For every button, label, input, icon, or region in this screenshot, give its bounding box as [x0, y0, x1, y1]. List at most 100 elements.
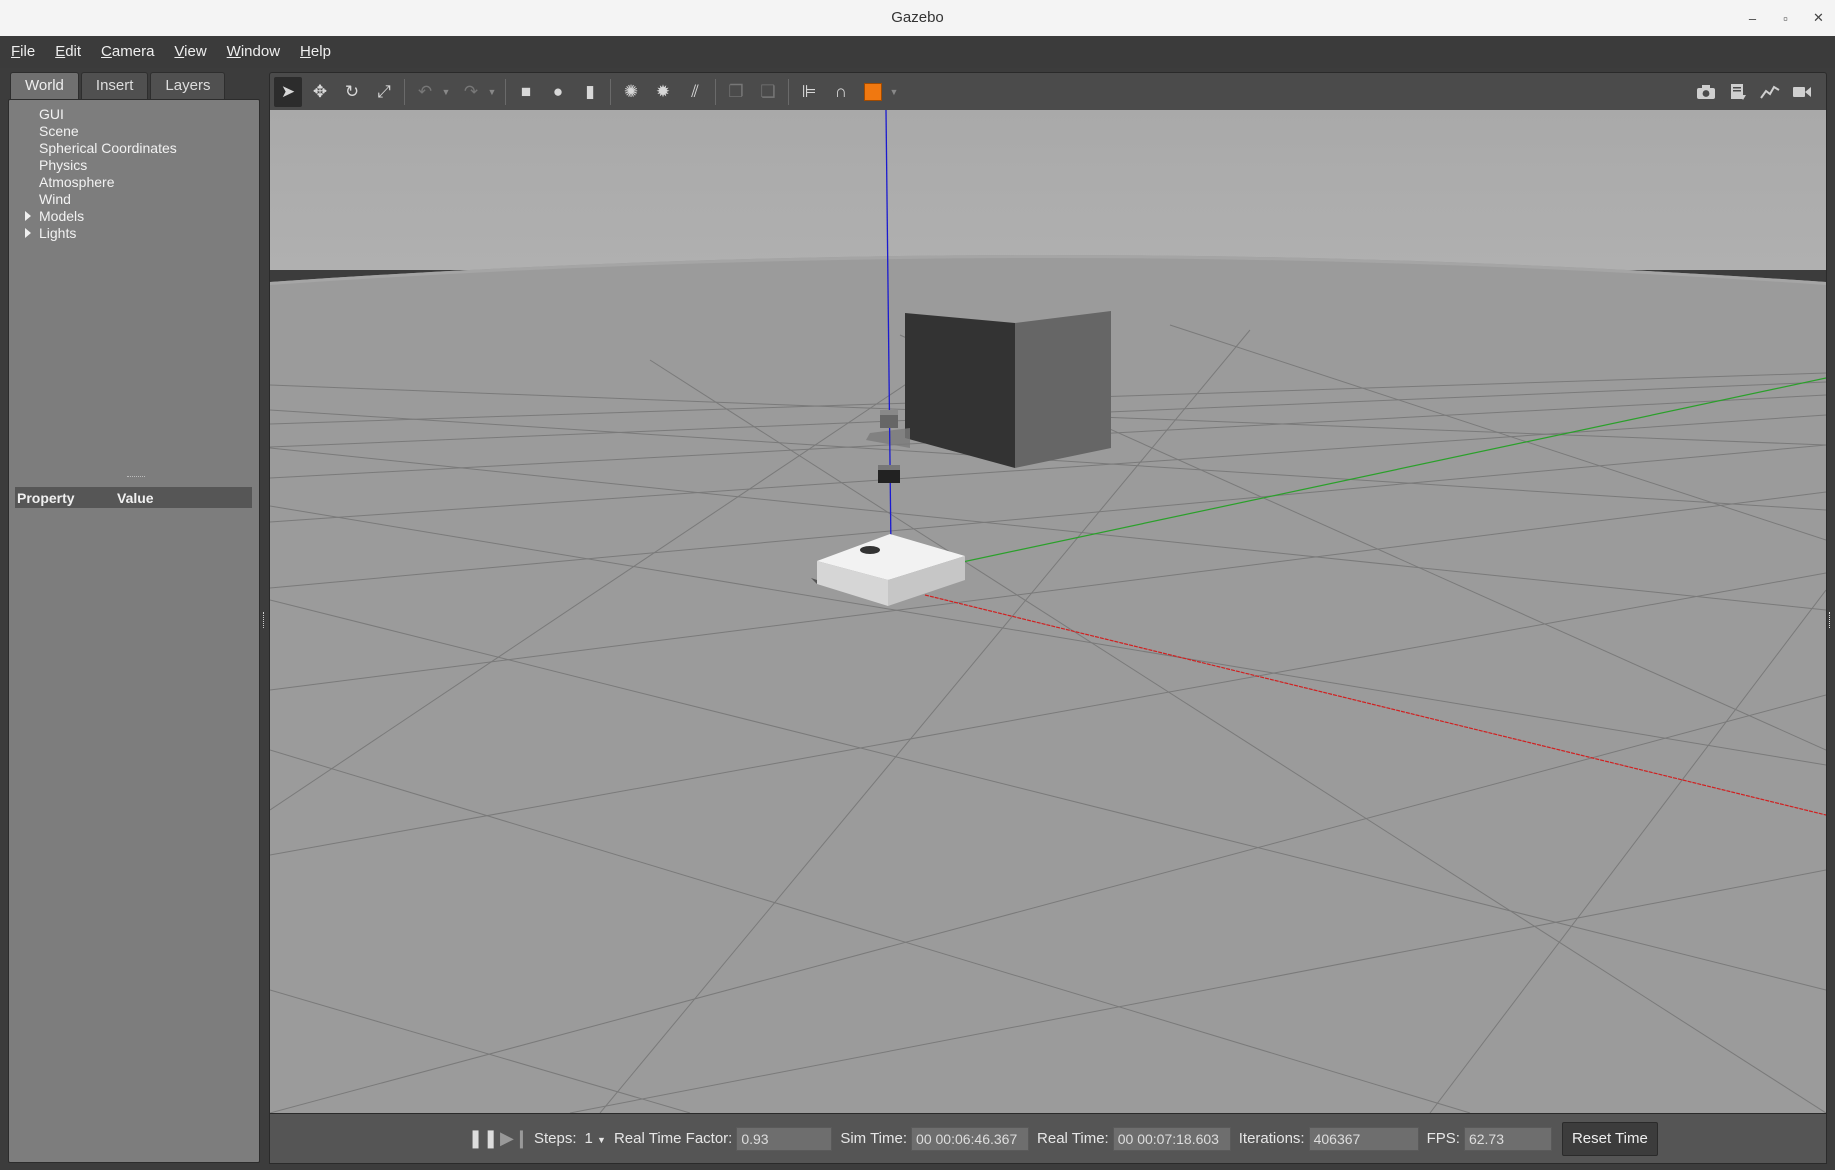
- tree-item-spherical-coordinates[interactable]: Spherical Coordinates: [15, 140, 255, 157]
- view-angle-dropdown[interactable]: ▼: [887, 87, 901, 97]
- point-light-button[interactable]: ✺: [617, 77, 645, 107]
- paste-button[interactable]: ❏: [754, 77, 782, 107]
- undo-button[interactable]: ↶: [411, 77, 439, 107]
- select-mode-button[interactable]: ➤: [274, 77, 302, 107]
- screenshot-icon: [1697, 85, 1715, 99]
- menu-view[interactable]: View: [163, 36, 215, 68]
- minimize-button[interactable]: –: [1736, 0, 1769, 36]
- sky: [270, 110, 1826, 270]
- scale-mode-icon: ⤢: [377, 82, 391, 101]
- value-column-header: Value: [117, 489, 154, 506]
- panel-splitter-handle[interactable]: [127, 476, 145, 480]
- rtf-label: Real Time Factor:: [613, 1130, 733, 1147]
- snap-button[interactable]: ∩: [827, 77, 855, 107]
- chevron-down-icon[interactable]: ▼: [597, 1135, 606, 1145]
- align-button[interactable]: ⊫: [795, 77, 823, 107]
- maximize-button[interactable]: ▫: [1769, 0, 1802, 36]
- point-light-icon: ✺: [623, 82, 639, 101]
- toolbar-separator: [505, 79, 506, 105]
- log-icon: [1731, 84, 1746, 100]
- splitter-grip[interactable]: [263, 612, 265, 628]
- box-shape-button[interactable]: ■: [512, 77, 540, 107]
- real-time-field: 00 00:07:18.603: [1112, 1126, 1231, 1151]
- translate-mode-button[interactable]: ✥: [306, 77, 334, 107]
- plot-button[interactable]: [1756, 77, 1784, 107]
- undo-icon: ↶: [417, 82, 433, 101]
- sphere-shape-button[interactable]: ●: [544, 77, 572, 107]
- world-tree: GUI Scene Spherical Coordinates Physics …: [15, 106, 255, 242]
- scene-viewport[interactable]: [269, 110, 1827, 1113]
- toolbar-right-group: [1688, 73, 1816, 111]
- right-panel-splitter[interactable]: [1829, 612, 1831, 628]
- fps-label: FPS:: [1426, 1130, 1460, 1147]
- tab-layers[interactable]: Layers: [150, 72, 226, 99]
- menu-help[interactable]: Help: [289, 36, 340, 68]
- box-shape-icon: ■: [520, 82, 532, 101]
- box-model[interactable]: [905, 311, 1111, 468]
- steps-label: Steps:: [534, 1130, 577, 1147]
- pause-icon: ❚❚: [468, 1128, 499, 1148]
- menu-file[interactable]: File: [0, 36, 44, 68]
- rtf-field: 0.93: [736, 1126, 833, 1151]
- step-button[interactable]: ▶❙: [500, 1128, 529, 1149]
- reset-time-button[interactable]: Reset Time: [1561, 1121, 1658, 1156]
- directional-light-button[interactable]: ⫽: [681, 77, 709, 107]
- iterations-label: Iterations:: [1238, 1130, 1305, 1147]
- tree-item-gui[interactable]: GUI: [15, 106, 255, 123]
- tree-item-physics[interactable]: Physics: [15, 157, 255, 174]
- step-icon: ▶❙: [500, 1128, 529, 1148]
- tree-item-atmosphere[interactable]: Atmosphere: [15, 174, 255, 191]
- expand-arrow-icon[interactable]: [25, 228, 31, 238]
- menu-edit[interactable]: Edit: [44, 36, 90, 68]
- tree-item-models[interactable]: Models: [15, 208, 255, 225]
- menu-window[interactable]: Window: [216, 36, 289, 68]
- copy-button[interactable]: ❐: [722, 77, 750, 107]
- directional-light-icon: ⫽: [691, 82, 699, 101]
- select-mode-icon: ➤: [280, 82, 296, 101]
- toolbar-separator: [715, 79, 716, 105]
- toolbar-separator: [788, 79, 789, 105]
- left-panel: World Insert Layers GUI Scene Spherical …: [8, 72, 260, 1163]
- cylinder-shape-button[interactable]: ▮: [576, 77, 604, 107]
- scale-mode-button[interactable]: ⤢: [370, 77, 398, 107]
- tree-item-wind[interactable]: Wind: [15, 191, 255, 208]
- main-toolbar: ➤ ✥ ↻ ⤢ ↶ ▼ ↷ ▼ ■ ● ▮ ✺ ✹ ⫽ ❐ ❏ ⊫ ∩ ▼: [269, 72, 1827, 112]
- redo-icon: ↷: [463, 82, 479, 101]
- close-button[interactable]: ✕: [1802, 0, 1835, 36]
- undo-history-dropdown[interactable]: ▼: [439, 87, 453, 97]
- paste-icon: ❏: [760, 82, 776, 101]
- redo-button[interactable]: ↷: [457, 77, 485, 107]
- view-angle-button[interactable]: [859, 77, 887, 107]
- window-title: Gazebo: [891, 9, 944, 26]
- sphere-shape-icon: ●: [552, 82, 564, 101]
- scene-render[interactable]: [270, 110, 1826, 1113]
- steps-spinner[interactable]: 1 ▼: [585, 1130, 606, 1147]
- sim-time-field: 00 00:06:46.367: [911, 1126, 1030, 1151]
- property-table-header: Property Value: [15, 487, 252, 508]
- video-record-button[interactable]: [1788, 77, 1816, 107]
- spot-light-button[interactable]: ✹: [649, 77, 677, 107]
- left-panel-tabs: World Insert Layers: [10, 72, 227, 100]
- tree-item-lights[interactable]: Lights: [15, 225, 255, 242]
- cylinder-shape-icon: ▮: [585, 82, 595, 101]
- toolbar-separator: [404, 79, 405, 105]
- pause-button[interactable]: ❚❚: [468, 1128, 498, 1149]
- menu-camera[interactable]: Camera: [90, 36, 163, 68]
- left-panel-splitter[interactable]: [259, 72, 268, 1162]
- tab-insert[interactable]: Insert: [80, 72, 149, 99]
- tab-world[interactable]: World: [10, 72, 79, 99]
- tree-item-scene[interactable]: Scene: [15, 123, 255, 140]
- real-time-label: Real Time:: [1037, 1130, 1109, 1147]
- window-controls: – ▫ ✕: [1736, 0, 1835, 36]
- video-record-icon: [1793, 87, 1811, 97]
- screenshot-button[interactable]: [1692, 77, 1720, 107]
- redo-history-dropdown[interactable]: ▼: [485, 87, 499, 97]
- rotate-mode-button[interactable]: ↻: [338, 77, 366, 107]
- rotate-mode-icon: ↻: [344, 82, 360, 101]
- world-panel: GUI Scene Spherical Coordinates Physics …: [8, 99, 260, 1163]
- translate-mode-icon: ✥: [312, 82, 328, 101]
- sim-time-label: Sim Time:: [840, 1130, 908, 1147]
- expand-arrow-icon[interactable]: [25, 211, 31, 221]
- log-button[interactable]: [1724, 77, 1752, 107]
- status-bar: ❚❚ ▶❙ Steps: 1 ▼ Real Time Factor: 0.93 …: [269, 1113, 1827, 1164]
